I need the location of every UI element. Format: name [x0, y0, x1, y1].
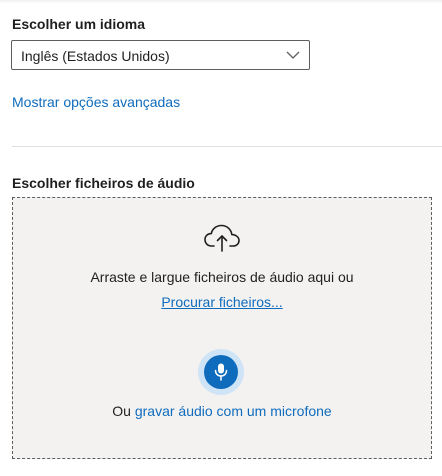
- record-audio-link[interactable]: gravar áudio com um microfone: [135, 403, 332, 419]
- drop-instruction-text: Arraste e largue ficheiros de áudio aqui…: [90, 269, 354, 285]
- microphone-icon: [214, 363, 228, 381]
- chevron-down-icon: [286, 51, 300, 59]
- browse-files-link-row: Procurar ficheiros...: [13, 294, 431, 312]
- record-prefix-text: Ou: [112, 403, 131, 419]
- language-select[interactable]: Inglês (Estados Unidos): [11, 40, 310, 70]
- record-microphone-button[interactable]: [198, 349, 244, 395]
- record-microphone-button-inner: [204, 355, 238, 389]
- language-section-label: Escolher um idioma: [12, 16, 146, 32]
- audio-transcription-panel: Escolher um idioma Inglês (Estados Unido…: [0, 0, 442, 476]
- cloud-upload-icon: [204, 224, 240, 252]
- top-edge-shadow: [0, 0, 442, 4]
- audio-drop-zone[interactable]: Arraste e largue ficheiros de áudio aqui…: [12, 197, 432, 459]
- section-divider: [12, 146, 442, 147]
- audio-files-section-label: Escolher ficheiros de áudio: [12, 175, 195, 191]
- record-audio-line: Ou gravar áudio com um microfone: [13, 403, 431, 419]
- browse-files-link[interactable]: Procurar ficheiros...: [161, 294, 282, 310]
- show-advanced-options-link[interactable]: Mostrar opções avançadas: [12, 94, 180, 110]
- language-select-value: Inglês (Estados Unidos): [21, 48, 170, 64]
